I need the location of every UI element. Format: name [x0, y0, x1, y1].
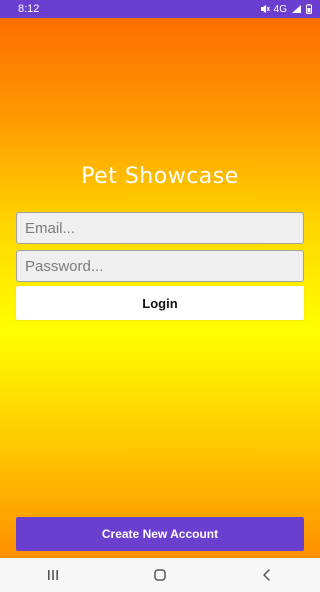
recent-apps-icon[interactable] [33, 558, 73, 592]
status-icons: 4G [260, 4, 312, 15]
app-screen: 8:12 4G Pet Showcase Email... Login Crea… [0, 0, 320, 592]
email-field[interactable] [16, 212, 304, 244]
login-button[interactable]: Login [16, 286, 304, 320]
status-time: 8:12 [18, 3, 40, 15]
battery-icon [306, 4, 312, 14]
home-icon[interactable] [140, 558, 180, 592]
gradient-background: Pet Showcase Login Create New Account [0, 18, 320, 558]
page-title: Pet Showcase [81, 164, 239, 189]
network-icon: 4G [273, 3, 287, 15]
password-field[interactable] [16, 250, 304, 282]
signal-icon [291, 4, 302, 14]
status-bar: 8:12 4G [0, 0, 320, 18]
mute-icon [260, 4, 270, 14]
navigation-bar [0, 558, 320, 592]
create-new-account-button[interactable]: Create New Account [16, 517, 304, 551]
back-icon[interactable] [247, 558, 287, 592]
